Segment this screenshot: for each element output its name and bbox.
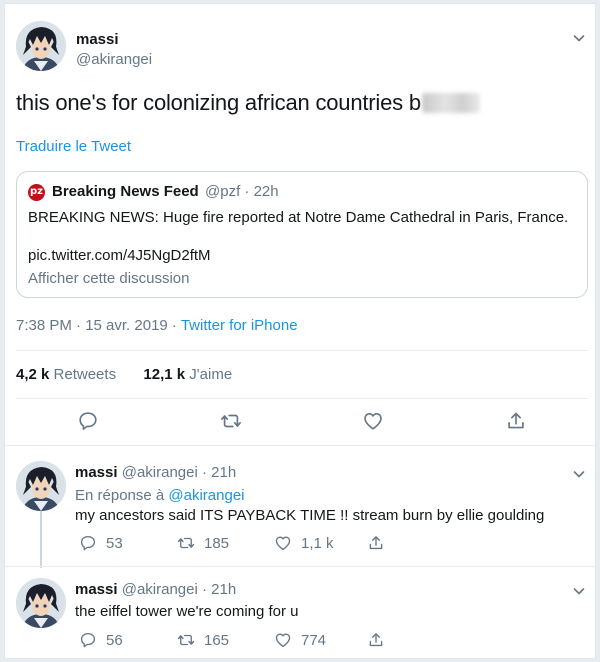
avatar[interactable] [16, 578, 66, 628]
retweets-stat[interactable]: 4,2 k Retweets [16, 366, 116, 383]
likes-label: J'aime [185, 366, 233, 383]
like-icon [274, 534, 292, 552]
retweets-label: Retweets [49, 366, 117, 383]
comment-action[interactable]: 53 [79, 534, 123, 554]
divider [16, 398, 588, 399]
quoted-tweet[interactable]: pz Breaking News Feed @pzf · 22h BREAKIN… [16, 171, 588, 298]
chevron-down-icon[interactable] [571, 466, 587, 482]
reply-context: En réponse à @akirangei [75, 487, 245, 504]
reply-header: massi @akirangei · 21h [75, 464, 236, 481]
retweet-icon [177, 631, 195, 649]
comment-icon[interactable] [77, 410, 99, 432]
share-icon [367, 631, 385, 649]
avatar[interactable] [16, 461, 66, 511]
reply-text: the eiffel tower we're coming for u [75, 603, 299, 620]
like-count: 1,1 k [301, 535, 334, 552]
share-icon[interactable] [505, 410, 527, 432]
divider [5, 445, 595, 446]
tweet-stats: 4,2 k Retweets 12,1 k J'aime [16, 366, 232, 383]
retweet-action[interactable]: 185 [177, 534, 229, 554]
reply-prefix: En réponse à [75, 487, 169, 504]
retweet-count: 165 [204, 632, 230, 649]
tweet-timestamp: 7:38 PM · 15 avr. 2019 · Twitter for iPh… [16, 317, 298, 334]
like-action[interactable]: 774 [274, 631, 326, 651]
chevron-down-icon[interactable] [571, 30, 587, 46]
quoted-text: BREAKING NEWS: Huge fire reported at Not… [28, 209, 569, 226]
author-handle[interactable]: @akirangei [76, 51, 152, 68]
likes-stat[interactable]: 12,1 k J'aime [143, 366, 232, 383]
like-action[interactable]: 1,1 k [274, 534, 334, 554]
like-icon[interactable] [362, 410, 384, 432]
divider [16, 350, 588, 351]
reply-text: my ancestors said ITS PAYBACK TIME !! st… [75, 507, 545, 524]
like-icon [274, 631, 292, 649]
share-action[interactable] [367, 534, 394, 554]
quoted-meta: @pzf · 22h [205, 183, 279, 200]
share-icon [367, 534, 385, 552]
retweet-icon[interactable] [220, 410, 242, 432]
retweet-icon [177, 534, 195, 552]
reply-to-link[interactable]: @akirangei [168, 487, 244, 504]
quoted-media-link[interactable]: pic.twitter.com/4J5NgD2ftM [28, 247, 211, 264]
source-link[interactable]: Twitter for iPhone [181, 317, 298, 334]
blurred-word [421, 93, 480, 113]
retweet-count: 185 [204, 535, 230, 552]
chevron-down-icon[interactable] [571, 583, 587, 599]
timestamp-text[interactable]: 7:38 PM · 15 avr. 2019 · [16, 317, 181, 334]
reply-header: massi @akirangei · 21h [75, 581, 236, 598]
thread-line [40, 511, 42, 568]
comment-icon [79, 534, 97, 552]
share-action[interactable] [367, 631, 394, 651]
quoted-author-name: Breaking News Feed [52, 183, 199, 200]
reply-meta[interactable]: @akirangei · 21h [122, 464, 236, 481]
news-logo-icon: pz [28, 184, 45, 201]
reply-meta[interactable]: @akirangei · 21h [122, 581, 236, 598]
divider [5, 566, 595, 567]
retweets-count: 4,2 k [16, 366, 50, 383]
tweet-panel: massi @akirangei this one's for colonizi… [4, 3, 596, 659]
reply-author-name[interactable]: massi [75, 581, 118, 598]
retweet-action[interactable]: 165 [177, 631, 229, 651]
translate-link[interactable]: Traduire le Tweet [16, 138, 131, 155]
comment-icon [79, 631, 97, 649]
tweet-text: this one's for colonizing african countr… [16, 90, 480, 116]
comment-count: 53 [106, 535, 123, 552]
author-name[interactable]: massi [76, 31, 119, 48]
show-thread-link[interactable]: Afficher cette discussion [28, 270, 189, 287]
like-count: 774 [301, 632, 327, 649]
comment-count: 56 [106, 632, 123, 649]
comment-action[interactable]: 56 [79, 631, 123, 651]
avatar[interactable] [16, 21, 66, 71]
reply-author-name[interactable]: massi [75, 464, 118, 481]
tweet-text-content: this one's for colonizing african countr… [16, 90, 421, 115]
likes-count: 12,1 k [143, 366, 186, 383]
